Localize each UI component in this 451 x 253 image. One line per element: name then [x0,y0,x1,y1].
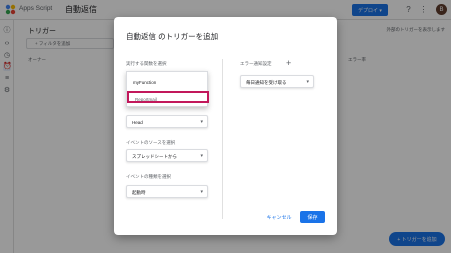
event-source-select[interactable]: スプレッドシートから ▾ [126,149,208,162]
error-notify-label: エラー通知設定 [240,61,272,66]
event-type-select[interactable]: 起動時 ▾ [126,185,208,198]
add-notification-icon[interactable]: + [286,59,291,68]
deployment-select-value: Head [132,120,143,125]
chevron-down-icon: ▾ [200,119,203,125]
event-type-label: イベントの種類を選択 [126,174,171,179]
event-source-label: イベントのソースを選択 [126,140,176,145]
save-button[interactable]: 保存 [300,211,325,223]
event-type-select-value: 起動時 [132,190,146,195]
chevron-down-icon: ▾ [306,79,309,85]
deployment-select[interactable]: Head ▾ [126,115,208,128]
chevron-down-icon: ▾ [200,189,203,195]
event-source-select-value: スプレッドシートから [132,154,177,159]
function-select-label: 実行する関数を選択 [126,61,167,66]
cancel-button[interactable]: キャンセル [264,211,294,223]
chevron-down-icon: ▾ [200,153,203,159]
error-notify-select[interactable]: 毎日通知を受け取る ▾ [240,75,314,88]
add-trigger-dialog: 自動返信 のトリガーを追加 実行する関数を選択 Head ▾ イベントのソースを… [114,17,337,235]
error-notify-select-value: 毎日通知を受け取る [246,80,287,85]
function-dropdown-list: myFunction Reportmail [126,71,209,107]
column-divider [222,59,223,219]
function-option-myfunction[interactable]: myFunction [127,76,209,88]
dialog-title: 自動返信 のトリガーを追加 [126,32,219,41]
function-option-reportmail[interactable]: Reportmail [127,91,209,103]
